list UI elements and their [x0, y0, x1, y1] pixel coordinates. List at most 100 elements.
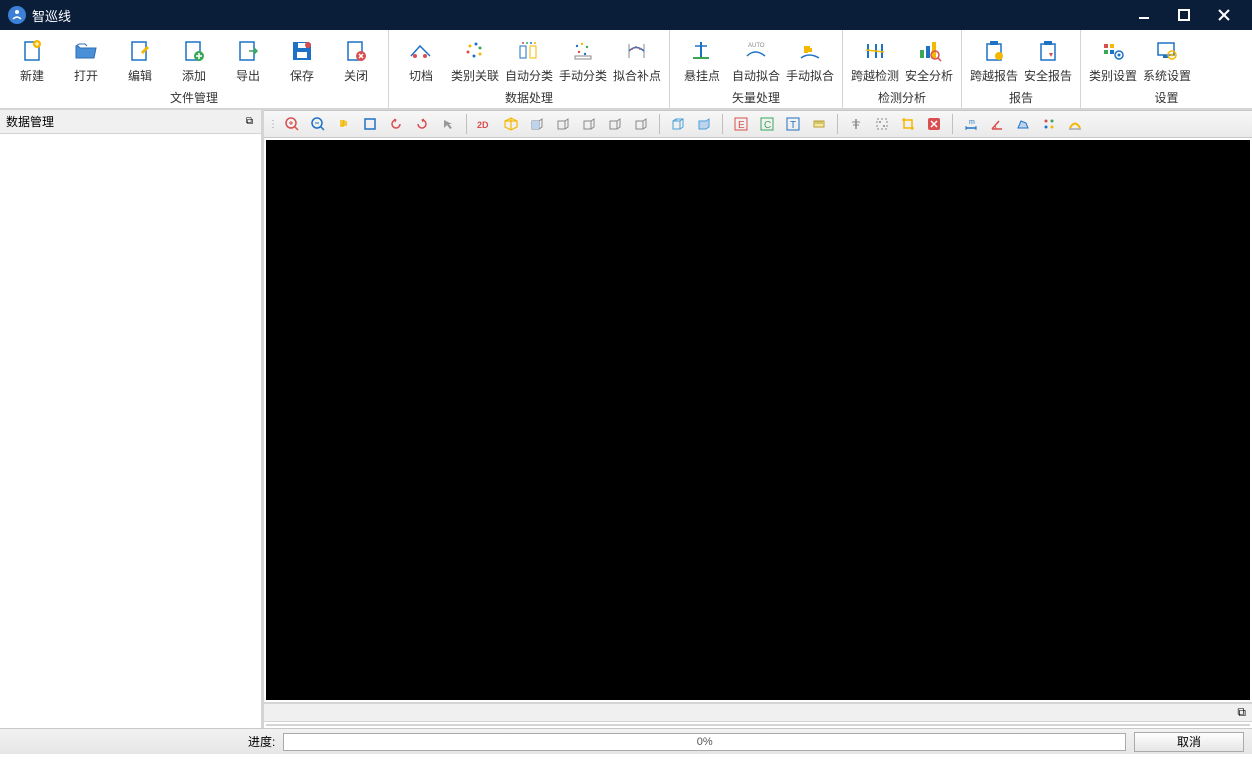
hang-point-icon: [688, 37, 716, 65]
workspace: 数据管理 ⧉ ⋮ 2D E C: [0, 110, 1252, 728]
ribbon-group-file: 新建 打开 编辑 添加 导出 保存 关闭 文件管理: [0, 30, 389, 108]
auto-fit-button[interactable]: AUTO自动拟合: [730, 34, 782, 87]
zoom-out-icon[interactable]: [306, 113, 330, 135]
sys-settings-button[interactable]: 系统设置: [1141, 34, 1193, 87]
undock-icon[interactable]: ⧉: [1237, 705, 1246, 720]
view-top-icon[interactable]: [629, 113, 653, 135]
maximize-button[interactable]: [1164, 0, 1204, 30]
cat-settings-icon: [1099, 37, 1127, 65]
svg-text:AUTO: AUTO: [748, 43, 765, 49]
select-points-icon[interactable]: [870, 113, 894, 135]
view-3d-icon[interactable]: [499, 113, 523, 135]
cross-detect-button[interactable]: 跨越检测: [849, 34, 901, 87]
output-panel: ⧉: [264, 702, 1252, 728]
edit-button[interactable]: 编辑: [114, 34, 166, 87]
data-management-tree[interactable]: [0, 134, 261, 728]
manual-class-icon: [569, 37, 597, 65]
rotate-cw-icon[interactable]: [410, 113, 434, 135]
ribbon-group-detect: 跨越检测 安全分析 检测分析: [843, 30, 962, 108]
cross-detect-icon: [861, 37, 889, 65]
ribbon-group-vector: 悬挂点 AUTO自动拟合 手动拟合 矢量处理: [670, 30, 843, 108]
wireframe-icon[interactable]: [666, 113, 690, 135]
cancel-button[interactable]: 取消: [1134, 732, 1244, 752]
titlebar: 智巡线: [0, 0, 1252, 30]
mode-c-icon[interactable]: C: [755, 113, 779, 135]
add-button[interactable]: 添加: [168, 34, 220, 87]
svg-text:m: m: [969, 119, 975, 126]
export-button[interactable]: 导出: [222, 34, 274, 87]
3d-viewport[interactable]: [266, 140, 1250, 700]
ribbon-group-label: 矢量处理: [676, 87, 836, 106]
ribbon-group-label: 设置: [1087, 87, 1246, 106]
main-area: ⋮ 2D E C T: [263, 110, 1252, 728]
ruler-icon[interactable]: [807, 113, 831, 135]
rotate-ccw-icon[interactable]: [384, 113, 408, 135]
pan-icon[interactable]: [332, 113, 356, 135]
auto-class-button[interactable]: 自动分类: [503, 34, 555, 87]
undock-icon[interactable]: ⧉: [244, 116, 255, 127]
ribbon-group-label: 数据处理: [395, 87, 663, 106]
density-icon[interactable]: [1037, 113, 1061, 135]
data-management-panel: 数据管理 ⧉: [0, 110, 263, 728]
export-icon: [234, 37, 262, 65]
output-log[interactable]: [266, 724, 1250, 726]
panel-header: 数据管理 ⧉: [0, 110, 261, 134]
fit-fill-icon: [623, 37, 651, 65]
ribbon-group-label: 检测分析: [849, 87, 955, 106]
cross-report-button[interactable]: 跨越报告: [968, 34, 1020, 87]
zoom-in-icon[interactable]: [280, 113, 304, 135]
minimize-button[interactable]: [1124, 0, 1164, 30]
hang-point-button[interactable]: 悬挂点: [676, 34, 728, 87]
cat-settings-button[interactable]: 类别设置: [1087, 34, 1139, 87]
measure-angle-icon[interactable]: [985, 113, 1009, 135]
zoom-extents-icon[interactable]: [358, 113, 382, 135]
save-button[interactable]: 保存: [276, 34, 328, 87]
safety-report-icon: [1034, 37, 1062, 65]
close-file-icon: [342, 37, 370, 65]
shaded-icon[interactable]: [692, 113, 716, 135]
view-back-icon[interactable]: [551, 113, 575, 135]
sys-settings-icon: [1153, 37, 1181, 65]
fit-fill-button[interactable]: 拟合补点: [611, 34, 663, 87]
delete-icon[interactable]: [922, 113, 946, 135]
open-button[interactable]: 打开: [60, 34, 112, 87]
safety-analysis-button[interactable]: 安全分析: [903, 34, 955, 87]
view-front-icon[interactable]: [525, 113, 549, 135]
safety-report-button[interactable]: 安全报告: [1022, 34, 1074, 87]
edit-file-icon: [126, 37, 154, 65]
view-left-icon[interactable]: [577, 113, 601, 135]
mode-e-icon[interactable]: E: [729, 113, 753, 135]
cut-span-button[interactable]: 切档: [395, 34, 447, 87]
manual-fit-button[interactable]: 手动拟合: [784, 34, 836, 87]
mode-t-icon[interactable]: T: [781, 113, 805, 135]
tower-icon[interactable]: [844, 113, 868, 135]
view-toolbar: ⋮ 2D E C T: [264, 110, 1252, 138]
measure-dist-icon[interactable]: m: [959, 113, 983, 135]
add-file-icon: [180, 37, 208, 65]
statusbar: 进度: 0% 取消: [0, 728, 1252, 754]
panel-title: 数据管理: [6, 113, 54, 130]
save-icon: [288, 37, 316, 65]
new-button[interactable]: 新建: [6, 34, 58, 87]
cat-assoc-icon: [461, 37, 489, 65]
view-right-icon[interactable]: [603, 113, 627, 135]
new-file-icon: [18, 37, 46, 65]
svg-text:C: C: [764, 120, 771, 131]
pick-icon[interactable]: [436, 113, 460, 135]
svg-text:2D: 2D: [477, 120, 489, 130]
cross-report-icon: [980, 37, 1008, 65]
ribbon-group-data: 切档 类别关联 自动分类 手动分类 拟合补点 数据处理: [389, 30, 670, 108]
cut-span-icon: [407, 37, 435, 65]
close-file-button[interactable]: 关闭: [330, 34, 382, 87]
manual-class-button[interactable]: 手动分类: [557, 34, 609, 87]
crop-icon[interactable]: [896, 113, 920, 135]
view-2d-icon[interactable]: 2D: [473, 113, 497, 135]
close-button[interactable]: [1204, 0, 1244, 30]
safety-analysis-icon: [915, 37, 943, 65]
ribbon: 新建 打开 编辑 添加 导出 保存 关闭 文件管理 切档 类别关联 自动分类 手…: [0, 30, 1252, 110]
profile-icon[interactable]: [1063, 113, 1087, 135]
ribbon-group-label: 文件管理: [6, 87, 382, 106]
cat-assoc-button[interactable]: 类别关联: [449, 34, 501, 87]
ribbon-group-report: 跨越报告 安全报告 报告: [962, 30, 1081, 108]
measure-area-icon[interactable]: [1011, 113, 1035, 135]
